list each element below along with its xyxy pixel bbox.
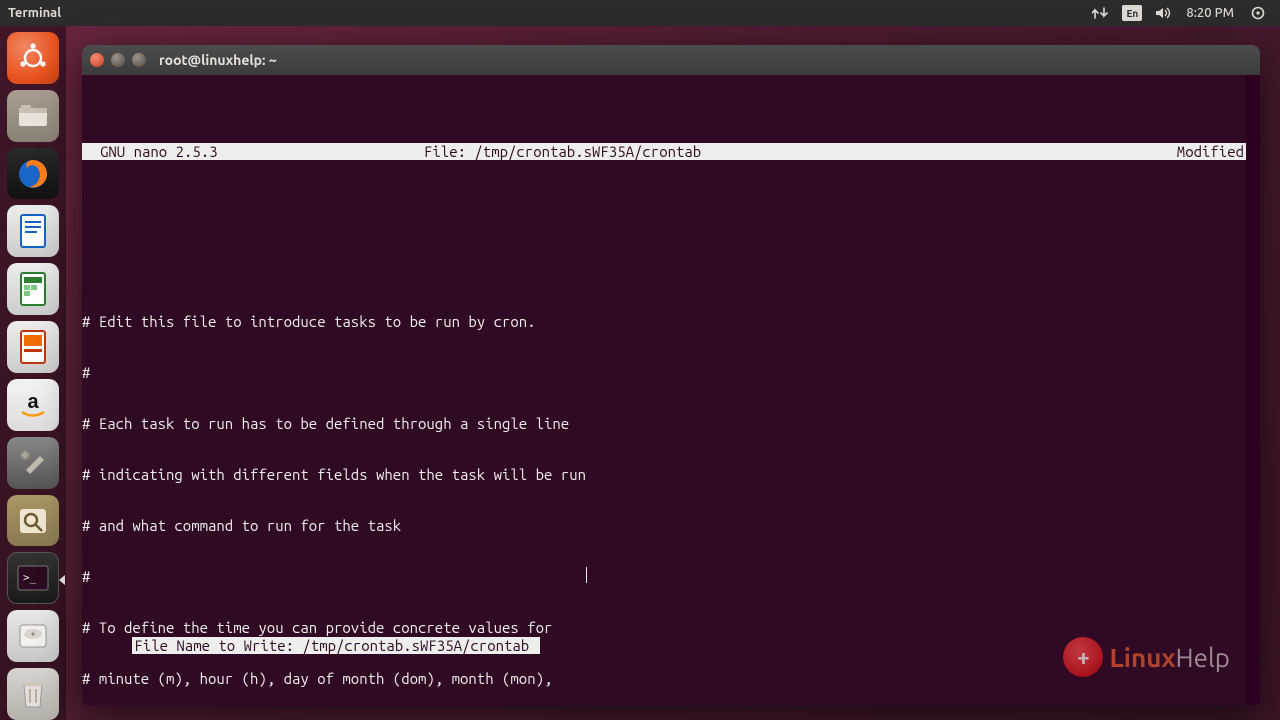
window-titlebar[interactable]: root@linuxhelp: ~ <box>82 45 1260 75</box>
nano-file-label: File: /tmp/crontab.sWF35A/crontab <box>424 143 1177 160</box>
nano-input-cursor[interactable] <box>531 637 540 654</box>
power-icon[interactable] <box>1250 3 1266 23</box>
file-line: # <box>82 568 1260 585</box>
settings-icon[interactable] <box>7 437 59 489</box>
terminal-scrollbar[interactable] <box>1246 75 1260 705</box>
files-icon[interactable] <box>7 90 59 142</box>
window-title: root@linuxhelp: ~ <box>159 52 277 68</box>
active-app-title: Terminal <box>8 6 61 20</box>
sound-icon[interactable] <box>1154 3 1172 23</box>
window-maximize-button[interactable] <box>132 53 146 67</box>
window-minimize-button[interactable] <box>111 53 125 67</box>
search-prefs-icon[interactable] <box>7 495 59 547</box>
impress-icon[interactable] <box>7 321 59 373</box>
window-close-button[interactable] <box>90 53 104 67</box>
writer-icon[interactable] <box>7 205 59 257</box>
trash-icon[interactable] <box>7 668 59 720</box>
top-panel: Terminal En 8:20 PM <box>0 0 1280 26</box>
svg-text:a: a <box>27 391 39 413</box>
amazon-icon[interactable]: a <box>7 379 59 431</box>
dash-icon[interactable] <box>7 32 59 84</box>
file-line: # indicating with different fields when … <box>82 466 1260 483</box>
unity-launcher: a >_ <box>0 26 66 720</box>
nano-header: GNU nano 2.5.3 File: /tmp/crontab.sWF35A… <box>82 143 1260 160</box>
file-line: # Each task to run has to be defined thr… <box>82 415 1260 432</box>
nano-shortcuts: ^GGet Help M-DDOS Format M-AAppend M-BBa… <box>82 671 1246 705</box>
firefox-icon[interactable] <box>7 148 59 200</box>
nano-prompt-label: File Name to Write: /tmp/crontab.sWF35A/… <box>132 637 531 654</box>
terminal-body[interactable]: GNU nano 2.5.3 File: /tmp/crontab.sWF35A… <box>82 75 1260 705</box>
terminal-window: root@linuxhelp: ~ GNU nano 2.5.3 File: /… <box>82 45 1260 705</box>
nano-prompt: File Name to Write: /tmp/crontab.sWF35A/… <box>82 620 1246 671</box>
keyboard-layout-indicator[interactable]: En <box>1122 5 1142 21</box>
text-cursor <box>586 567 587 583</box>
file-line: # Edit this file to introduce tasks to b… <box>82 313 1260 330</box>
disk-icon[interactable] <box>7 610 59 662</box>
file-line: # and what command to run for the task <box>82 517 1260 534</box>
terminal-icon[interactable]: >_ <box>7 552 59 604</box>
file-line: # <box>82 364 1260 381</box>
calc-icon[interactable] <box>7 263 59 315</box>
network-icon[interactable] <box>1092 3 1110 23</box>
svg-text:>_: >_ <box>23 571 37 584</box>
nano-version: GNU nano 2.5.3 <box>84 143 424 160</box>
clock[interactable]: 8:20 PM <box>1186 6 1234 20</box>
